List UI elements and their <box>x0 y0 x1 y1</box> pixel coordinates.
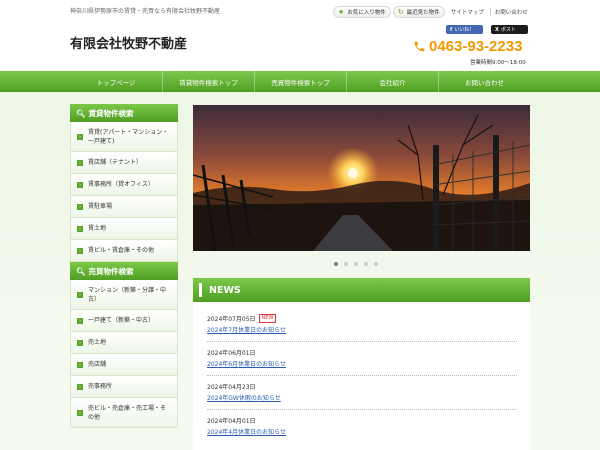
favorites-button[interactable]: ★ お気に入り物件 <box>333 6 391 18</box>
heading-accent-bar <box>199 283 202 297</box>
facebook-like-button[interactable]: f いいね！ <box>446 25 483 34</box>
news-item: 2024年07月05日 NEW 2024年7月休業日のお知らせ <box>207 314 517 334</box>
sidebar-item-rent-store[interactable]: › 賃店舗（テナント） <box>70 152 178 174</box>
arrow-right-icon: › <box>77 317 83 324</box>
sale-search-heading: 🔍︎ 売買物件検索 <box>70 262 178 280</box>
recently-viewed-label: 最近見た物件 <box>406 10 440 16</box>
site-title[interactable]: 有限会社牧野不動産 <box>70 33 187 52</box>
site-tagline: 神奈川県伊勢原市の賃貸・売買なら有限会社牧野不動産 <box>70 8 221 15</box>
sidebar-item-label: 売店舗 <box>88 361 107 368</box>
arrow-right-icon: › <box>77 133 83 140</box>
news-heading-label: NEWS <box>209 284 241 296</box>
nav-item-rent-search[interactable]: 賃貸物件検索トップ <box>162 71 254 92</box>
nav-item-company[interactable]: 会社紹介 <box>346 71 438 92</box>
nav-item-sale-search[interactable]: 売買物件検索トップ <box>254 71 346 92</box>
new-badge: NEW <box>258 314 277 323</box>
news-date: 2024年07月05日 <box>207 316 256 323</box>
sidebar-item-sale-office[interactable]: › 売事務所 <box>70 376 178 398</box>
phone-block: 0463-93-2233 <box>413 38 522 55</box>
news-link[interactable]: 2024年GW休暇のお知らせ <box>207 393 517 402</box>
sidebar-item-sale-land[interactable]: › 売土地 <box>70 332 178 354</box>
sitemap-link[interactable]: サイトマップ <box>447 8 488 16</box>
sidebar-item-label: 賃貸(アパート・マンション・一戸建て) <box>88 128 169 145</box>
sidebar-item-label: 賃駐車場 <box>88 203 113 210</box>
phone-number[interactable]: 0463-93-2233 <box>429 38 522 55</box>
sidebar: 🔍︎ 賃貸物件検索 › 賃貸(アパート・マンション・一戸建て) › 賃店舗（テナ… <box>70 104 178 428</box>
nav-item-top[interactable]: トップページ <box>70 71 162 92</box>
contact-link[interactable]: お問い合わせ <box>489 8 532 16</box>
social-buttons: f いいね！ X ポスト <box>446 25 528 34</box>
search-icon: 🔍︎ <box>76 266 86 276</box>
sidebar-item-label: マンション（新築・分譲・中古） <box>88 286 167 303</box>
star-icon: ★ <box>338 7 345 16</box>
news-link[interactable]: 2024年6月休業日のお知らせ <box>207 359 517 368</box>
news-date: 2024年04月23日 <box>207 384 256 391</box>
sidebar-item-label: 賃土地 <box>88 225 107 232</box>
slider-dot[interactable] <box>354 262 358 266</box>
arrow-right-icon: › <box>77 181 83 188</box>
divider <box>207 409 517 410</box>
slider-dot[interactable] <box>374 262 378 266</box>
recently-viewed-button[interactable]: ↻ 最近見た物件 <box>392 6 445 18</box>
sidebar-item-rent-parking[interactable]: › 賃駐車場 <box>70 196 178 218</box>
history-icon: ↻ <box>397 7 404 16</box>
sidebar-item-rent-residential[interactable]: › 賃貸(アパート・マンション・一戸建て) <box>70 122 178 152</box>
arrow-right-icon: › <box>77 339 83 346</box>
sidebar-item-label: 一戸建て（新築・中古） <box>88 317 155 324</box>
arrow-right-icon: › <box>77 247 83 254</box>
x-icon: X <box>495 26 499 33</box>
x-post-label: ポスト <box>500 27 516 33</box>
sidebar-item-label: 売土地 <box>88 339 107 346</box>
sidebar-item-sale-mansion[interactable]: › マンション（新築・分譲・中古） <box>70 280 178 310</box>
top-utility-links: ★ お気に入り物件 ↻ 最近見た物件 サイトマップ お問い合わせ <box>333 6 532 18</box>
slider-dot[interactable] <box>334 262 338 266</box>
news-link[interactable]: 2024年7月休業日のお知らせ <box>207 325 517 334</box>
nav-item-contact[interactable]: お問い合わせ <box>438 71 530 92</box>
news-item: 2024年04月01日 2024年4月休業日のお知らせ <box>207 416 517 436</box>
sidebar-item-label: 売事務所 <box>88 383 113 390</box>
facebook-icon: f <box>450 26 453 33</box>
sidebar-item-sale-house[interactable]: › 一戸建て（新築・中古） <box>70 310 178 332</box>
news-list: 2024年07月05日 NEW 2024年7月休業日のお知らせ 2024年06月… <box>193 302 530 450</box>
rent-search-heading-label: 賃貸物件検索 <box>88 108 134 118</box>
slider-dot[interactable] <box>364 262 368 266</box>
rent-search-heading: 🔍︎ 賃貸物件検索 <box>70 104 178 122</box>
hero-slider[interactable] <box>193 105 530 251</box>
news-item: 2024年06月01日 2024年6月休業日のお知らせ <box>207 348 517 368</box>
sidebar-item-sale-other[interactable]: › 売ビル・売倉庫・売工場・その他 <box>70 398 178 428</box>
search-icon: 🔍︎ <box>76 108 86 118</box>
arrow-right-icon: › <box>77 361 83 368</box>
favorites-label: お気に入り物件 <box>347 10 386 16</box>
news-date: 2024年04月01日 <box>207 418 256 425</box>
divider <box>207 375 517 376</box>
divider <box>207 341 517 342</box>
arrow-right-icon: › <box>77 383 83 390</box>
arrow-right-icon: › <box>77 291 83 298</box>
news-link[interactable]: 2024年4月休業日のお知らせ <box>207 427 517 436</box>
sidebar-item-label: 売ビル・売倉庫・売工場・その他 <box>88 404 167 421</box>
slider-pagination <box>334 262 378 266</box>
sidebar-item-label: 賃事務所（貸オフィス） <box>88 181 154 188</box>
sidebar-item-sale-store[interactable]: › 売店舗 <box>70 354 178 376</box>
arrow-right-icon: › <box>77 159 83 166</box>
news-date: 2024年06月01日 <box>207 350 256 357</box>
arrow-right-icon: › <box>77 225 83 232</box>
sidebar-item-rent-other[interactable]: › 賃ビル・賃倉庫・その他 <box>70 240 178 262</box>
news-heading: NEWS <box>193 278 530 302</box>
sidebar-item-rent-office[interactable]: › 賃事務所（貸オフィス） <box>70 174 178 196</box>
slider-dot[interactable] <box>344 262 348 266</box>
facebook-like-label: いいね！ <box>454 27 475 33</box>
arrow-right-icon: › <box>77 409 83 416</box>
arrow-right-icon: › <box>77 203 83 210</box>
sale-search-heading-label: 売買物件検索 <box>88 266 134 276</box>
global-nav: トップページ 賃貸物件検索トップ 売買物件検索トップ 会社紹介 お問い合わせ <box>0 71 600 92</box>
sidebar-item-rent-land[interactable]: › 賃土地 <box>70 218 178 240</box>
phone-icon <box>414 41 425 52</box>
sidebar-item-label: 賃店舗（テナント） <box>88 159 143 166</box>
business-hours: 営業時間9:00～18:00 <box>470 60 526 66</box>
x-post-button[interactable]: X ポスト <box>491 25 528 34</box>
news-item: 2024年04月23日 2024年GW休暇のお知らせ <box>207 382 517 402</box>
sidebar-item-label: 賃ビル・賃倉庫・その他 <box>88 247 155 254</box>
hero-slide-image <box>193 105 530 251</box>
